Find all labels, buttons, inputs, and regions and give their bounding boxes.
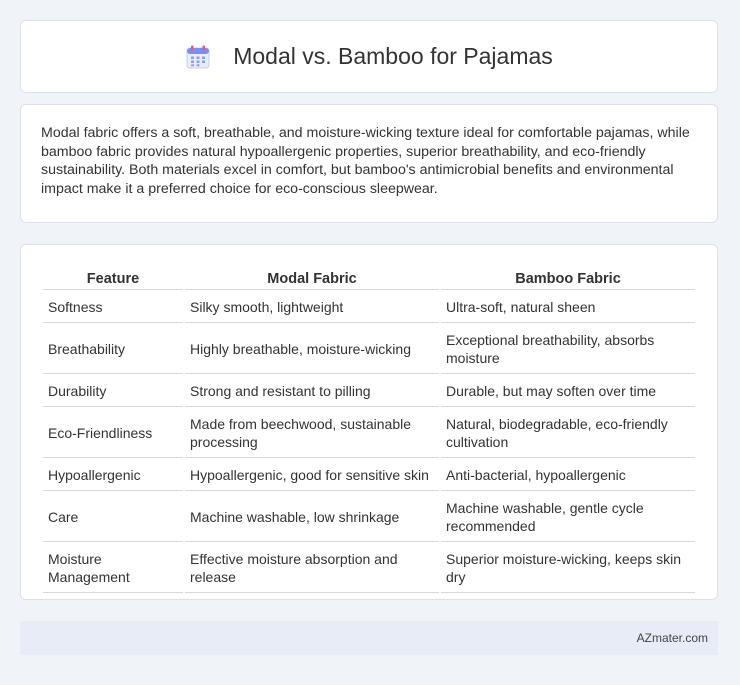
- table-row: Eco-Friendliness Made from beechwood, su…: [43, 409, 695, 458]
- table-header-row: Feature Modal Fabric Bamboo Fabric: [43, 267, 695, 290]
- modal-cell: Made from beechwood, sustainable process…: [185, 409, 439, 458]
- table-row: Durability Strong and resistant to pilli…: [43, 376, 695, 407]
- feature-cell: Eco-Friendliness: [43, 409, 183, 458]
- header-feature: Feature: [43, 267, 183, 290]
- table-row: Care Machine washable, low shrinkage Mac…: [43, 493, 695, 542]
- comparison-table: Feature Modal Fabric Bamboo Fabric Softn…: [41, 265, 697, 595]
- intro-text: Modal fabric offers a soft, breathable, …: [41, 125, 690, 197]
- header-bamboo: Bamboo Fabric: [441, 267, 695, 290]
- modal-cell: Effective moisture absorption and releas…: [185, 544, 439, 593]
- bamboo-cell: Durable, but may soften over time: [441, 376, 695, 407]
- bamboo-cell: Machine washable, gentle cycle recommend…: [441, 493, 695, 542]
- feature-cell: Softness: [43, 292, 183, 323]
- modal-cell: Hypoallergenic, good for sensitive skin: [185, 460, 439, 491]
- feature-cell: Breathability: [43, 325, 183, 374]
- table-row: Breathability Highly breathable, moistur…: [43, 325, 695, 374]
- table-row: Moisture Management Effective moisture a…: [43, 544, 695, 593]
- title-card: Modal vs. Bamboo for Pajamas: [20, 20, 718, 93]
- bamboo-cell: Exceptional breathability, absorbs moist…: [441, 325, 695, 374]
- table-row: Hypoallergenic Hypoallergenic, good for …: [43, 460, 695, 491]
- feature-cell: Moisture Management: [43, 544, 183, 593]
- bamboo-cell: Ultra-soft, natural sheen: [441, 292, 695, 323]
- intro-card: Modal fabric offers a soft, breathable, …: [20, 104, 718, 223]
- footer: AZmater.com: [20, 621, 718, 655]
- modal-cell: Machine washable, low shrinkage: [185, 493, 439, 542]
- header-modal: Modal Fabric: [185, 267, 439, 290]
- modal-cell: Strong and resistant to pilling: [185, 376, 439, 407]
- footer-site-link[interactable]: AZmater.com: [637, 631, 708, 645]
- feature-cell: Care: [43, 493, 183, 542]
- table-row: Softness Silky smooth, lightweight Ultra…: [43, 292, 695, 323]
- feature-cell: Durability: [43, 376, 183, 407]
- page-title: Modal vs. Bamboo for Pajamas: [233, 43, 553, 69]
- calendar-icon: [185, 44, 211, 70]
- comparison-card: Feature Modal Fabric Bamboo Fabric Softn…: [20, 244, 718, 600]
- bamboo-cell: Anti-bacterial, hypoallergenic: [441, 460, 695, 491]
- bamboo-cell: Natural, biodegradable, eco-friendly cul…: [441, 409, 695, 458]
- modal-cell: Silky smooth, lightweight: [185, 292, 439, 323]
- bamboo-cell: Superior moisture-wicking, keeps skin dr…: [441, 544, 695, 593]
- feature-cell: Hypoallergenic: [43, 460, 183, 491]
- modal-cell: Highly breathable, moisture-wicking: [185, 325, 439, 374]
